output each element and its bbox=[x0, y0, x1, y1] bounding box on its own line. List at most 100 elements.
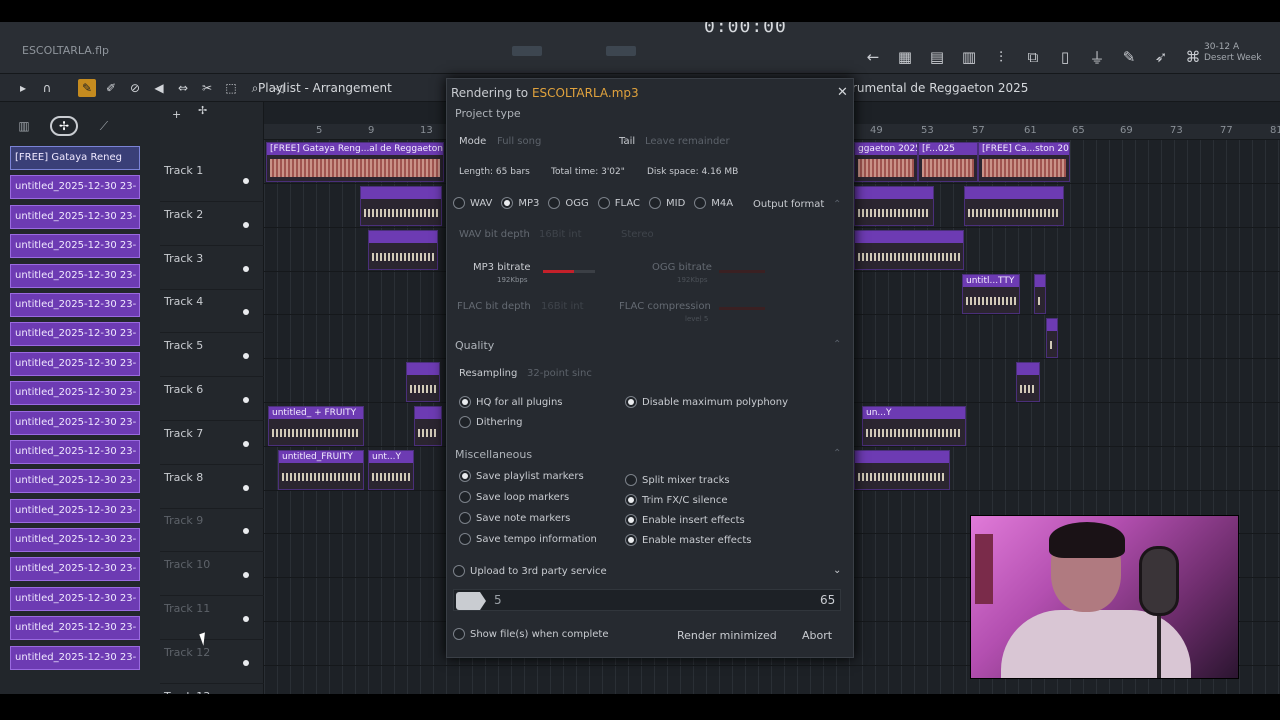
chevron-up-icon[interactable]: ⌃ bbox=[833, 339, 841, 350]
track-header[interactable]: Track 7 bbox=[160, 421, 264, 465]
format-option-flac[interactable]: FLAC bbox=[597, 197, 640, 209]
playlist-clip[interactable]: un...Y bbox=[862, 406, 966, 446]
playlist-clip[interactable]: unt...Y bbox=[368, 450, 414, 490]
misc-option[interactable]: Trim FX/C silence bbox=[625, 494, 728, 506]
pattern-item[interactable]: untitled_2025-12-30 23- bbox=[10, 645, 140, 670]
channels-value[interactable]: Stereo bbox=[621, 229, 654, 240]
playlist-clip[interactable] bbox=[1046, 318, 1058, 358]
playlist-clip[interactable] bbox=[964, 186, 1064, 226]
track-header[interactable]: Track 10 bbox=[160, 552, 264, 597]
misc-option[interactable]: Save playlist markers bbox=[459, 470, 584, 482]
playlist-clip[interactable]: [FREE] Ca...ston 2025 bbox=[978, 142, 1070, 182]
radio-icon[interactable] bbox=[625, 396, 637, 408]
track-enable-dot[interactable] bbox=[243, 572, 249, 579]
track-header[interactable]: Track 2 bbox=[160, 202, 264, 246]
radio-icon[interactable] bbox=[625, 474, 637, 486]
track-header[interactable]: Track 6 bbox=[160, 377, 264, 421]
radio-icon[interactable] bbox=[459, 533, 471, 545]
radio-icon[interactable] bbox=[597, 197, 610, 209]
show-files-option[interactable]: Show file(s) when complete bbox=[453, 628, 608, 640]
piano-roll-icon[interactable]: ▤ bbox=[926, 46, 948, 68]
flac-compression-slider[interactable] bbox=[719, 307, 765, 310]
tail-select[interactable]: Leave remainder bbox=[645, 136, 730, 147]
render-minimized-button[interactable]: Render minimized bbox=[677, 629, 777, 642]
track-enable-dot[interactable] bbox=[243, 616, 249, 622]
shortcut-icon[interactable]: ⌘ bbox=[1182, 46, 1204, 68]
pattern-mode-button[interactable] bbox=[512, 46, 542, 56]
plugin-icon[interactable]: ⏚ bbox=[1086, 46, 1108, 68]
radio-icon[interactable] bbox=[694, 197, 707, 209]
track-header[interactable]: Track 1 bbox=[160, 158, 264, 202]
file-icon[interactable]: ▯ bbox=[1054, 46, 1076, 68]
disable-polyphony-option[interactable]: Disable maximum polyphony bbox=[625, 396, 788, 408]
microphone-icon[interactable]: ✎ bbox=[1118, 46, 1140, 68]
flac-bit-depth-value[interactable]: 16Bit int bbox=[541, 301, 584, 312]
track-enable-dot[interactable] bbox=[243, 397, 249, 403]
track-enable-dot[interactable] bbox=[243, 659, 249, 666]
zoom-horizontal-icon[interactable]: ✢ bbox=[198, 104, 207, 117]
upload-option[interactable]: Upload to 3rd party service bbox=[453, 565, 607, 577]
playlist-clip[interactable] bbox=[360, 186, 442, 226]
radio-icon[interactable] bbox=[548, 197, 561, 209]
pattern-item[interactable]: untitled_2025-12-30 23- bbox=[10, 175, 140, 200]
current-pattern[interactable]: rumental de Reggaeton 2025 bbox=[852, 81, 1028, 95]
wav-bit-depth-value[interactable]: 16Bit int bbox=[539, 229, 582, 240]
playlist-clip[interactable] bbox=[406, 362, 440, 402]
pattern-item[interactable]: untitled_2025-12-30 23- bbox=[10, 204, 140, 229]
pattern-item[interactable]: untitled_2025-12-30 23- bbox=[10, 616, 140, 641]
pencil-icon[interactable]: ✎ bbox=[78, 79, 96, 97]
misc-option[interactable]: Save tempo information bbox=[459, 533, 597, 545]
add-track-icon[interactable]: + bbox=[172, 108, 181, 121]
radio-icon[interactable] bbox=[649, 197, 661, 209]
pattern-picker-icon[interactable]: ✢ bbox=[50, 116, 78, 136]
track-enable-dot[interactable] bbox=[243, 440, 249, 447]
pattern-item[interactable]: untitled_2025-12-30 23- bbox=[10, 381, 140, 406]
track-enable-dot[interactable] bbox=[243, 178, 249, 184]
playlist-clip[interactable] bbox=[1034, 274, 1046, 314]
pattern-item[interactable]: untitled_2025-12-30 23- bbox=[10, 292, 140, 317]
radio-icon[interactable] bbox=[501, 197, 514, 209]
close-icon[interactable]: ✕ bbox=[837, 85, 848, 100]
delete-icon[interactable]: ⊘ bbox=[126, 79, 144, 97]
track-enable-dot[interactable] bbox=[243, 484, 249, 491]
playlist-clip[interactable]: [F...025 bbox=[918, 142, 978, 182]
track-header[interactable]: Track 13 bbox=[160, 684, 264, 694]
mode-select[interactable]: Full song bbox=[497, 136, 541, 147]
track-enable-dot[interactable] bbox=[243, 309, 249, 316]
pattern-item[interactable]: untitled_2025-12-30 23- bbox=[10, 586, 140, 611]
playlist-clip[interactable] bbox=[854, 450, 950, 490]
song-mode-button[interactable] bbox=[606, 46, 636, 56]
mute-icon[interactable]: ◀ bbox=[150, 79, 168, 97]
radio-icon[interactable] bbox=[459, 491, 471, 503]
pattern-item[interactable]: untitled_2025-12-30 23- bbox=[10, 234, 140, 259]
track-header[interactable]: Track 12 bbox=[160, 640, 264, 684]
playlist-clip[interactable]: [FREE] Gataya Reng...al de Reggaeton bbox=[266, 142, 444, 182]
slip-icon[interactable]: ⇔ bbox=[174, 79, 192, 97]
format-option-m4a[interactable]: M4A bbox=[694, 197, 733, 209]
abort-button[interactable]: Abort bbox=[802, 629, 832, 642]
arrow-icon[interactable]: ← bbox=[862, 46, 884, 68]
playlist-clip[interactable]: ggaeton 2025 bbox=[854, 142, 918, 182]
playlist-clip[interactable]: untitled_FRUITY bbox=[278, 450, 364, 490]
radio-icon[interactable] bbox=[459, 512, 471, 524]
pattern-item[interactable]: untitled_2025-12-30 23- bbox=[10, 528, 140, 553]
radio-icon[interactable] bbox=[625, 494, 637, 506]
pattern-item[interactable]: untitled_2025-12-30 23- bbox=[10, 439, 140, 464]
pattern-item[interactable]: untitled_2025-12-30 23- bbox=[10, 469, 140, 494]
track-header[interactable]: Track 8 bbox=[160, 465, 264, 509]
playlist-clip[interactable] bbox=[414, 406, 442, 446]
browser-icon[interactable]: ⧉ bbox=[1022, 46, 1044, 68]
playlist-clip[interactable]: untitl...TTY bbox=[962, 274, 1020, 314]
misc-option[interactable]: Enable master effects bbox=[625, 534, 752, 546]
playlist-clip[interactable] bbox=[368, 230, 438, 270]
track-header[interactable]: Track 3 bbox=[160, 246, 264, 290]
format-option-ogg[interactable]: OGG bbox=[548, 197, 589, 209]
format-option-mp3[interactable]: MP3 bbox=[501, 197, 539, 209]
misc-option[interactable]: Save loop markers bbox=[459, 491, 569, 503]
track-enable-dot[interactable] bbox=[243, 265, 249, 272]
ogg-bitrate-slider[interactable] bbox=[719, 270, 765, 273]
misc-option[interactable]: Save note markers bbox=[459, 512, 570, 524]
radio-icon[interactable] bbox=[453, 565, 465, 577]
radio-icon[interactable] bbox=[459, 470, 471, 482]
tempo-icon[interactable]: ➶ bbox=[1150, 46, 1172, 68]
